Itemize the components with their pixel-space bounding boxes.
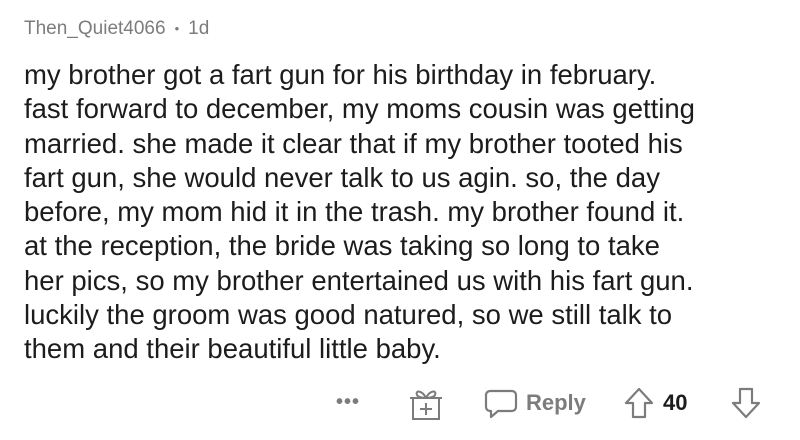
comment: Then_Quiet4066 • 1d my brother got a far… [0, 0, 800, 440]
comment-body-line: her pics, so my brother entertained us w… [24, 264, 694, 296]
comment-body-line: fast forward to december, my moms cousin… [24, 93, 695, 125]
comment-actions: ••• Reply 40 [0, 383, 800, 423]
comment-meta: Then_Quiet4066 • 1d [24, 18, 209, 40]
comment-body-line: before, my mom hid it in the trash. my b… [24, 196, 685, 228]
author-username[interactable]: Then_Quiet4066 [24, 18, 166, 40]
meta-separator: • [174, 20, 180, 36]
arrow-down-icon [731, 387, 761, 419]
comment-body-line: them and their beautiful little baby. [24, 333, 441, 365]
reply-button[interactable]: Reply [484, 385, 586, 421]
comment-body-line: fart gun, she would never talk to us agi… [24, 161, 660, 193]
vote-score: 40 [663, 390, 688, 415]
downvote-button[interactable] [731, 386, 761, 420]
comment-body-line: married. she made it clear that if my br… [24, 127, 683, 159]
comment-body: my brother got a fart gun for his birthd… [24, 58, 784, 367]
more-options-button[interactable]: ••• [336, 391, 360, 414]
gift-icon [410, 390, 442, 420]
arrow-up-icon [624, 387, 654, 419]
reply-label: Reply [526, 390, 586, 415]
comment-body-line: my brother got a fart gun for his birthd… [24, 59, 657, 90]
speech-bubble-icon [484, 389, 518, 419]
comment-age[interactable]: 1d [188, 18, 209, 40]
comment-body-line: luckily the groom was good natured, so w… [24, 299, 673, 331]
award-button[interactable] [406, 386, 446, 422]
upvote-button[interactable] [624, 386, 654, 420]
comment-body-line: at the reception, the bride was taking s… [24, 230, 660, 262]
